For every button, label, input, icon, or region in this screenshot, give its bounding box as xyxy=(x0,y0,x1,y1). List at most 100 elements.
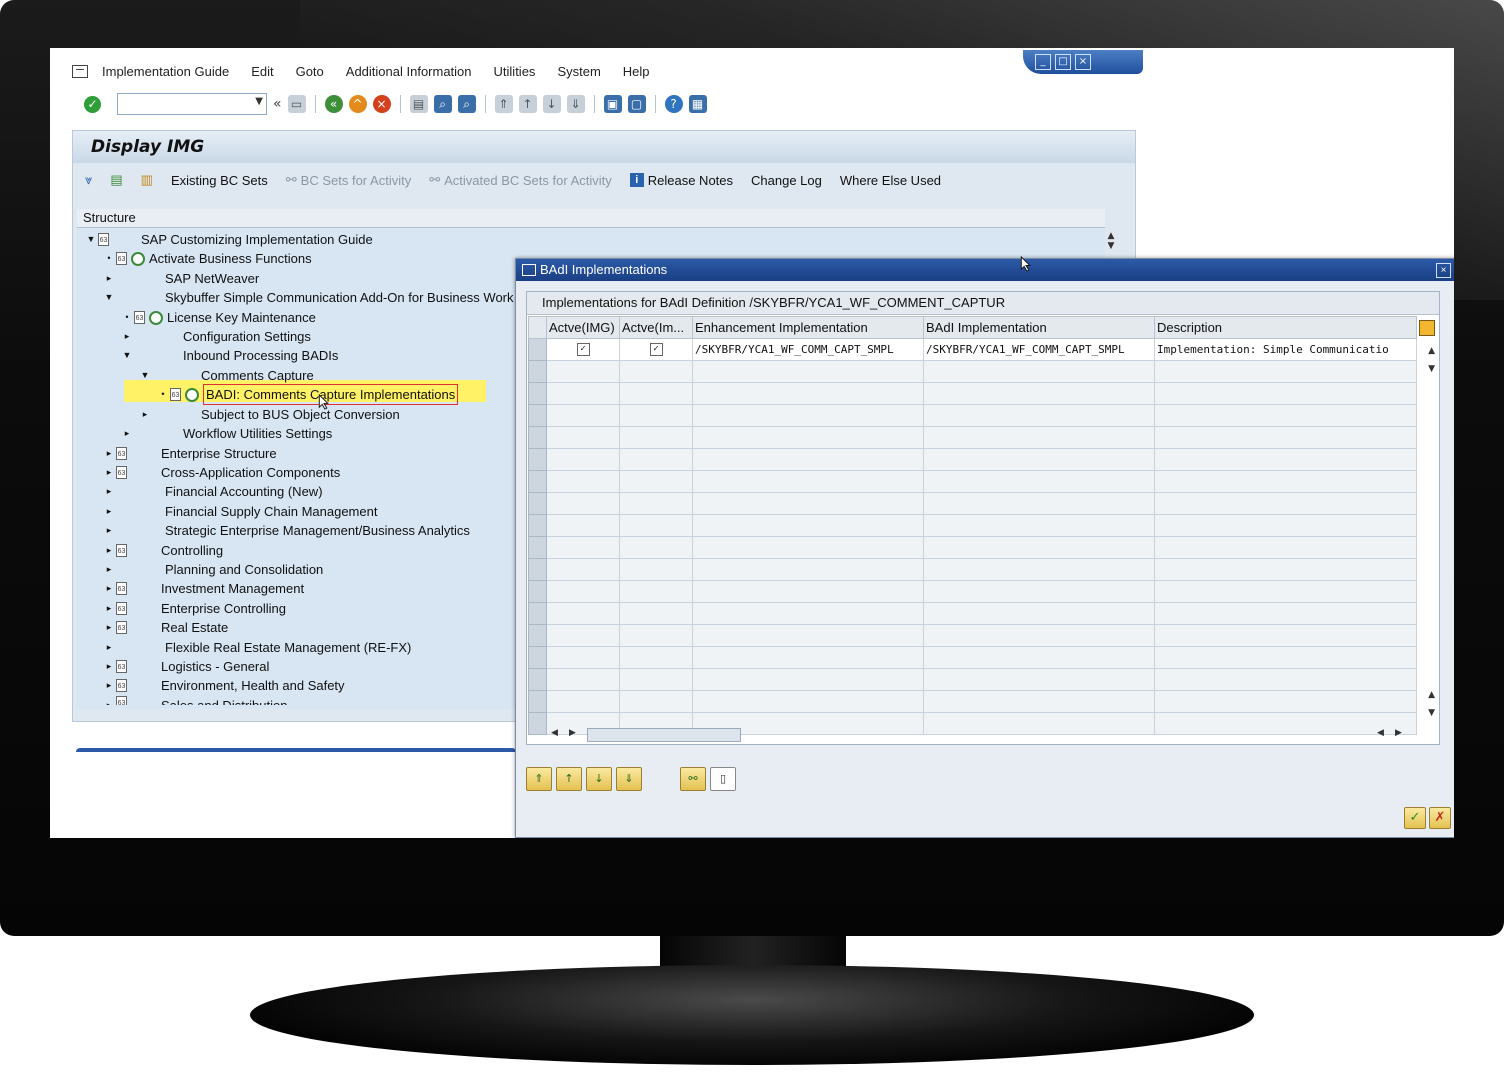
table-cell[interactable] xyxy=(923,646,1155,669)
expand-tree-button[interactable]: ⩔ xyxy=(85,172,92,188)
table-row[interactable] xyxy=(528,360,1417,383)
table-row[interactable] xyxy=(528,514,1417,537)
row-selector[interactable] xyxy=(528,404,547,427)
table-cell[interactable] xyxy=(619,360,693,383)
table-cell[interactable] xyxy=(546,404,620,427)
previous-page-icon[interactable]: ↑ xyxy=(518,95,537,113)
tree-node[interactable]: ▼ Skybuffer Simple Communication Add-On f… xyxy=(102,288,514,307)
table-cell[interactable] xyxy=(923,404,1155,427)
table-cell[interactable] xyxy=(1154,360,1417,383)
shortcut-icon[interactable]: ▢ xyxy=(627,95,646,113)
table-cell[interactable] xyxy=(1154,382,1417,405)
table-row[interactable] xyxy=(528,580,1417,603)
table-row[interactable] xyxy=(528,404,1417,427)
enhancement-implementation-cell[interactable]: /SKYBFR/YCA1_WF_COMM_CAPT_SMPL xyxy=(692,338,924,361)
table-row[interactable] xyxy=(528,426,1417,449)
description-cell[interactable]: Implementation: Simple Communicatio xyxy=(1154,338,1417,361)
table-cell[interactable] xyxy=(692,382,924,405)
row-selector[interactable] xyxy=(528,712,547,735)
table-cell[interactable] xyxy=(546,558,620,581)
table-cell[interactable] xyxy=(692,558,924,581)
tree-node[interactable]: ▸ 63 Logistics - General xyxy=(102,657,270,676)
table-cell[interactable] xyxy=(692,536,924,559)
next-page-icon[interactable]: ↓ xyxy=(542,95,561,113)
table-cell[interactable] xyxy=(1154,668,1417,691)
table-cell[interactable] xyxy=(923,426,1155,449)
bc-sets-for-activity-button[interactable]: ⚯ BC Sets for Activity xyxy=(286,172,411,188)
tree-node[interactable]: ▼ 63 SAP Customizing Implementation Guide xyxy=(84,230,373,249)
table-row[interactable] xyxy=(528,690,1417,713)
row-selector[interactable] xyxy=(528,558,547,581)
table-cell[interactable] xyxy=(923,514,1155,537)
table-cell[interactable] xyxy=(546,492,620,515)
cancel-icon[interactable]: × xyxy=(372,95,391,113)
table-cell[interactable] xyxy=(619,470,693,493)
tree-node[interactable]: • 63 Activate Business Functions xyxy=(102,249,311,268)
table-cell[interactable] xyxy=(546,514,620,537)
chevron-down-icon[interactable]: ▼ xyxy=(255,96,263,107)
menu-goto[interactable]: Goto xyxy=(296,64,324,79)
scroll-right-icon[interactable]: ▶ xyxy=(569,728,576,738)
row-selector[interactable] xyxy=(528,580,547,603)
table-cell[interactable] xyxy=(692,646,924,669)
customize-layout-icon[interactable]: ▦ xyxy=(688,95,707,113)
activated-bc-sets-button[interactable]: ⚯ Activated BC Sets for Activity xyxy=(429,172,612,188)
notes-icon-button[interactable]: ▥ xyxy=(141,172,153,188)
table-cell[interactable] xyxy=(619,382,693,405)
table-row[interactable] xyxy=(528,382,1417,405)
cancel-button[interactable]: ✗ xyxy=(1429,807,1451,829)
table-cell[interactable] xyxy=(923,624,1155,647)
table-row[interactable] xyxy=(528,646,1417,669)
table-cell[interactable] xyxy=(923,448,1155,471)
table-cell[interactable] xyxy=(692,426,924,449)
last-page-icon[interactable]: ⇓ xyxy=(566,95,585,113)
change-log-button[interactable]: Change Log xyxy=(751,173,822,188)
tree-node[interactable]: ▸ 63 Investment Management xyxy=(102,579,304,598)
close-window-button[interactable]: × xyxy=(1075,54,1091,70)
next-entry-icon[interactable]: ↓ xyxy=(586,767,612,791)
row-selector[interactable] xyxy=(528,382,547,405)
menu-system[interactable]: System xyxy=(557,64,600,79)
table-cell[interactable] xyxy=(1154,404,1417,427)
row-selector[interactable] xyxy=(528,668,547,691)
table-cell[interactable] xyxy=(619,448,693,471)
table-cell[interactable] xyxy=(619,492,693,515)
table-cell[interactable] xyxy=(923,470,1155,493)
table-cell[interactable] xyxy=(923,668,1155,691)
execute-clock-icon[interactable] xyxy=(131,251,145,266)
menu-help[interactable]: Help xyxy=(623,64,650,79)
table-cell[interactable] xyxy=(546,624,620,647)
table-cell[interactable] xyxy=(619,580,693,603)
table-cell[interactable] xyxy=(692,690,924,713)
menu-edit[interactable]: Edit xyxy=(251,64,273,79)
scroll-thumb[interactable] xyxy=(587,728,741,742)
row-selector[interactable] xyxy=(528,470,547,493)
first-page-icon[interactable]: ⇑ xyxy=(494,95,513,113)
table-cell[interactable] xyxy=(546,536,620,559)
tree-node-selected[interactable]: • 63 BADI: Comments Capture Implementation… xyxy=(156,384,459,405)
tree-scrollbar[interactable]: ▲ ▼ xyxy=(1103,231,1119,261)
table-cell[interactable] xyxy=(692,404,924,427)
table-cell[interactable] xyxy=(692,514,924,537)
table-cell[interactable] xyxy=(692,580,924,603)
tree-node[interactable]: ▸ Workflow Utilities Settings xyxy=(120,424,333,443)
table-cell[interactable] xyxy=(546,426,620,449)
table-cell[interactable] xyxy=(923,492,1155,515)
scroll-down-icon[interactable]: ▼ xyxy=(1428,364,1435,374)
table-cell[interactable] xyxy=(692,492,924,515)
tree-node[interactable]: ▸ Flexible Real Estate Management (RE-FX) xyxy=(102,638,412,657)
table-cell[interactable] xyxy=(923,382,1155,405)
minimize-button[interactable]: _ xyxy=(1035,54,1051,70)
column-header[interactable]: Actve(Im... xyxy=(619,316,693,339)
tree-node[interactable]: ▸ SAP NetWeaver xyxy=(102,269,259,288)
scroll-down-icon[interactable]: ▼ xyxy=(1428,708,1435,718)
confirm-button[interactable]: ✓ xyxy=(1404,807,1426,829)
table-cell[interactable] xyxy=(546,470,620,493)
command-input[interactable] xyxy=(118,94,242,114)
display-glasses-icon[interactable]: ⚯ xyxy=(680,767,706,791)
table-row[interactable] xyxy=(528,536,1417,559)
menu-implementation-guide[interactable]: Implementation Guide xyxy=(102,64,229,79)
table-cell[interactable] xyxy=(1154,624,1417,647)
row-selector-header[interactable] xyxy=(528,316,547,339)
table-cell[interactable] xyxy=(546,602,620,625)
